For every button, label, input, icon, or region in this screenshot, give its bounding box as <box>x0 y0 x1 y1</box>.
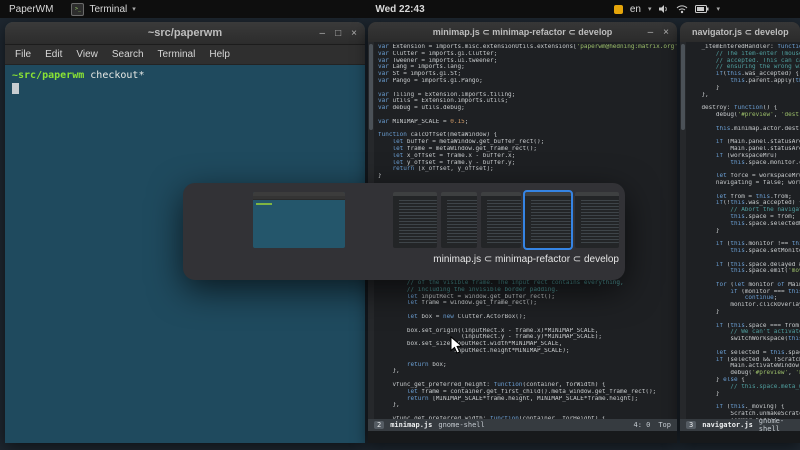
prompt-branch: checkout* <box>90 70 145 81</box>
focused-app-menu[interactable]: >_ Terminal ▾ <box>62 0 144 18</box>
code-block[interactable]: _itemEnteredHandler: function() { // The… <box>687 44 800 431</box>
focused-app-label: Terminal <box>89 3 128 15</box>
top-bar: PaperWM >_ Terminal ▾ Wed 22:43 en ▾ ▾ <box>0 0 800 18</box>
battery-icon <box>695 5 709 13</box>
prompt-path: ~src/paperwm <box>12 70 85 81</box>
editor-navigator-buffer[interactable]: _itemEnteredHandler: function() { // The… <box>680 42 800 443</box>
buffer-index-badge: 2 <box>374 421 385 429</box>
code-block-top[interactable]: var Extension = imports.misc.extensionUt… <box>378 44 677 180</box>
major-mode: gnome-shell <box>438 421 485 429</box>
desktop: PaperWM >_ Terminal ▾ Wed 22:43 en ▾ ▾ ~… <box>0 0 800 450</box>
volume-icon <box>659 5 668 13</box>
editor-minimap-title: minimap.js ⊂ minimap-refactor ⊂ develop <box>432 26 613 37</box>
editor-minimap-titlebar[interactable]: minimap.js ⊂ minimap-refactor ⊂ develop … <box>368 22 677 43</box>
minimap-thumbnail-editor[interactable] <box>575 192 619 248</box>
chevron-down-icon: ▾ <box>647 6 652 13</box>
terminal-menubar: File Edit View Search Terminal Help <box>5 45 365 65</box>
scrollbar-thumb[interactable] <box>681 44 685 130</box>
minimap-selected-label: minimap.js ⊂ minimap-refactor ⊂ develop <box>433 254 619 265</box>
menu-help[interactable]: Help <box>203 48 236 61</box>
terminal-titlebar[interactable]: ~src/paperwm – □ × <box>5 22 365 45</box>
clock[interactable]: Wed 22:43 <box>367 0 432 18</box>
system-status-area[interactable]: en ▾ ▾ <box>613 0 720 18</box>
thumbnail-prompt <box>256 203 272 205</box>
menu-search[interactable]: Search <box>106 48 150 61</box>
menu-view[interactable]: View <box>70 48 104 61</box>
minimap-thumbnail-selected[interactable] <box>523 190 573 250</box>
wifi-icon <box>677 5 688 14</box>
editor-navigator-title: navigator.js ⊂ develop <box>692 26 789 37</box>
shell-cursor-line <box>12 82 358 95</box>
minimap-thumbnail-editor[interactable] <box>441 192 477 248</box>
minimap-thumbnail-editor[interactable] <box>481 192 521 248</box>
terminal-app-icon: >_ <box>71 2 85 16</box>
modeline: 3 navigator.js gnome-shell <box>680 417 800 433</box>
terminal-output[interactable]: ~src/paperwm checkout* <box>5 65 365 99</box>
editor-window-navigator: navigator.js ⊂ develop _itemEnteredHandl… <box>680 22 800 443</box>
menu-terminal[interactable]: Terminal <box>152 48 202 61</box>
keyboard-layout-indicator[interactable]: en <box>630 4 641 15</box>
status-indicator-icon[interactable] <box>613 4 623 14</box>
minimap-thumbnail-terminal[interactable] <box>253 192 345 248</box>
editor-navigator-titlebar[interactable]: navigator.js ⊂ develop <box>680 22 800 43</box>
scroll-position: Top <box>658 421 671 429</box>
menu-edit[interactable]: Edit <box>39 48 68 61</box>
echo-area <box>680 431 800 443</box>
minimap-thumbnail-editor[interactable] <box>393 192 437 248</box>
close-button[interactable]: × <box>663 27 669 38</box>
menu-file[interactable]: File <box>9 48 37 61</box>
modeline: 2 minimap.js gnome-shell 4: 0 Top <box>368 419 677 431</box>
chevron-down-icon: ▾ <box>132 6 136 13</box>
shell-prompt-line: ~src/paperwm checkout* <box>12 69 358 82</box>
buffer-name: navigator.js <box>702 421 753 429</box>
close-button[interactable]: × <box>351 28 357 39</box>
terminal-title: ~src/paperwm <box>147 27 223 39</box>
buffer-name: minimap.js <box>390 421 433 429</box>
minimize-button[interactable]: – <box>320 28 326 39</box>
minimize-button[interactable]: – <box>648 27 654 38</box>
maximize-button[interactable]: □ <box>335 28 341 39</box>
activities-button[interactable]: PaperWM <box>0 0 62 18</box>
minimap-popup: minimap.js ⊂ minimap-refactor ⊂ develop <box>183 183 625 280</box>
thumbnail-terminal-body <box>253 203 345 205</box>
echo-area <box>368 431 677 443</box>
cursor-position: 4: 0 <box>633 421 651 429</box>
buffer-index-badge: 3 <box>686 421 697 429</box>
scrollbar-thumb[interactable] <box>369 44 373 130</box>
terminal-cursor <box>12 83 19 94</box>
chevron-down-icon: ▾ <box>716 6 720 13</box>
thumbnail-menubar <box>253 196 345 200</box>
scrollbar[interactable] <box>680 42 686 419</box>
